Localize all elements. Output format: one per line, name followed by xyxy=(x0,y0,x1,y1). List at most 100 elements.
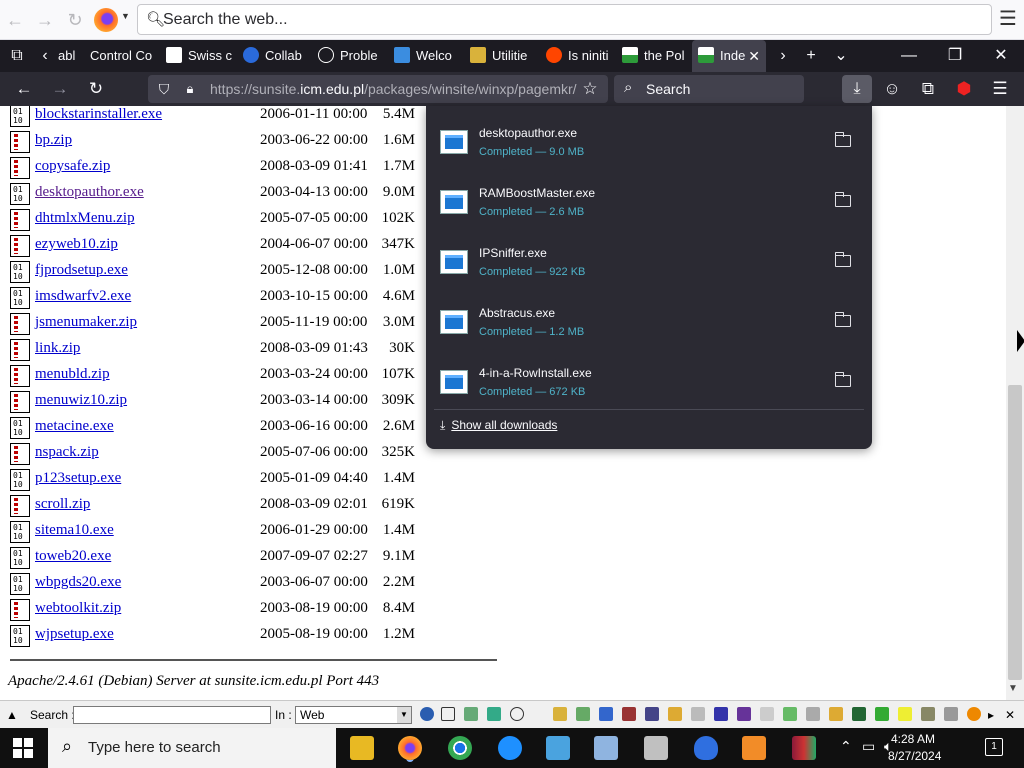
exe-file-icon[interactable] xyxy=(10,547,30,569)
download-item[interactable]: Abstracus.exe Completed — 1.2 MB xyxy=(426,290,872,350)
network-icon[interactable]: ▭ xyxy=(862,738,875,755)
file-link[interactable]: menuwiz10.zip xyxy=(35,392,127,409)
tool-icon[interactable] xyxy=(760,707,774,721)
file-link[interactable]: fjprodsetup.exe xyxy=(35,262,128,279)
tab-active[interactable]: Inde ✕ xyxy=(692,40,766,72)
file-link[interactable]: link.zip xyxy=(35,340,80,357)
zip-file-icon[interactable] xyxy=(10,157,30,179)
app-icon[interactable] xyxy=(594,736,618,760)
clock[interactable]: 4:28 AM 8/27/2024 xyxy=(888,731,941,765)
forward-arrow-icon[interactable]: → xyxy=(33,8,57,32)
file-link[interactable]: nspack.zip xyxy=(35,444,99,461)
maximize-icon[interactable]: ❐ xyxy=(932,40,978,72)
bulb-icon[interactable] xyxy=(829,707,843,721)
find-icon[interactable] xyxy=(420,707,434,721)
navbar-search-box[interactable]: ⌕ Search xyxy=(614,75,804,103)
file-link[interactable]: toweb20.exe xyxy=(35,548,111,565)
hamburger-menu-icon[interactable]: ☰ xyxy=(999,8,1017,30)
chevron-down-icon[interactable]: ▼ xyxy=(121,11,130,21)
exe-file-icon[interactable] xyxy=(10,469,30,491)
minimize-icon[interactable]: — xyxy=(886,40,932,72)
file-link[interactable]: ezyweb10.zip xyxy=(35,236,118,253)
tool-icon[interactable] xyxy=(691,707,705,721)
zip-file-icon[interactable] xyxy=(10,365,30,387)
file-link[interactable]: scroll.zip xyxy=(35,496,90,513)
file-link[interactable]: p123setup.exe xyxy=(35,470,121,487)
winrar-icon[interactable] xyxy=(792,736,816,760)
exe-file-icon[interactable] xyxy=(10,573,30,595)
windows-start-icon[interactable] xyxy=(13,738,33,758)
tool-icon[interactable] xyxy=(806,707,820,721)
tool-icon[interactable] xyxy=(921,707,935,721)
forward-icon[interactable]: → xyxy=(48,77,72,101)
file-link[interactable]: blockstarinstaller.exe xyxy=(35,106,162,123)
exe-file-icon[interactable] xyxy=(10,521,30,543)
firefox-logo-icon[interactable] xyxy=(94,8,118,32)
account-icon[interactable]: ☺ xyxy=(880,77,904,101)
downloads-icon[interactable]: ⤓ xyxy=(842,75,872,103)
zip-file-icon[interactable] xyxy=(10,313,30,335)
folder-icon[interactable] xyxy=(834,132,851,147)
zip-file-icon[interactable] xyxy=(10,495,30,517)
folder-icon[interactable] xyxy=(834,372,851,387)
tool-icon[interactable] xyxy=(783,707,797,721)
folder-icon[interactable] xyxy=(553,707,567,721)
tool-icon[interactable] xyxy=(576,707,590,721)
tab-scroll-right-icon[interactable]: › xyxy=(768,40,798,72)
tool-icon[interactable] xyxy=(898,707,912,721)
rss-icon[interactable] xyxy=(742,736,766,760)
close-window-icon[interactable]: ✕ xyxy=(978,40,1024,72)
file-link[interactable]: copysafe.zip xyxy=(35,158,110,175)
tool-icon[interactable] xyxy=(487,707,501,721)
exe-file-icon[interactable] xyxy=(10,183,30,205)
app-icon[interactable] xyxy=(546,736,570,760)
tab[interactable]: Welco xyxy=(394,40,456,72)
file-link[interactable]: wbpgds20.exe xyxy=(35,574,121,591)
back-icon[interactable]: ← xyxy=(12,77,36,101)
file-link[interactable]: metacine.exe xyxy=(35,418,114,435)
file-link[interactable]: wjpsetup.exe xyxy=(35,626,114,643)
tool-icon[interactable] xyxy=(645,707,659,721)
exe-file-icon[interactable] xyxy=(10,106,30,127)
zip-file-icon[interactable] xyxy=(10,443,30,465)
file-link[interactable]: webtoolkit.zip xyxy=(35,600,121,617)
tool-icon[interactable] xyxy=(875,707,889,721)
folder-icon[interactable] xyxy=(834,192,851,207)
tool-icon[interactable] xyxy=(668,707,682,721)
tool-icon[interactable] xyxy=(737,707,751,721)
exe-file-icon[interactable] xyxy=(10,625,30,647)
download-item[interactable]: 4-in-a-RowInstall.exe Completed — 672 KB xyxy=(426,350,872,410)
exe-file-icon[interactable] xyxy=(10,287,30,309)
download-item[interactable]: desktopauthor.exe Completed — 9.0 MB xyxy=(426,110,872,170)
download-item[interactable]: IPSniffer.exe Completed — 922 KB xyxy=(426,230,872,290)
app-icon[interactable] xyxy=(644,736,668,760)
back-arrow-icon[interactable]: ← xyxy=(3,8,27,32)
tab[interactable]: Control Co xyxy=(90,40,154,72)
tab[interactable]: Proble xyxy=(318,40,380,72)
download-item[interactable]: RAMBoostMaster.exe Completed — 2.6 MB xyxy=(426,170,872,230)
close-icon[interactable]: ✕ xyxy=(1005,708,1015,722)
new-tab-icon[interactable]: + xyxy=(796,40,826,72)
arrow-up-icon[interactable]: ▲ xyxy=(6,708,18,722)
zip-file-icon[interactable] xyxy=(10,391,30,413)
file-link[interactable]: jsmenumaker.zip xyxy=(35,314,137,331)
chevron-up-icon[interactable]: ⌃ xyxy=(840,738,852,755)
tool-icon[interactable] xyxy=(464,707,478,721)
zip-file-icon[interactable] xyxy=(10,235,30,257)
close-tab-icon[interactable]: ✕ xyxy=(748,40,760,72)
zip-file-icon[interactable] xyxy=(10,339,30,361)
tool-icon[interactable] xyxy=(510,707,524,721)
bookmark-star-icon[interactable]: ☆ xyxy=(578,77,602,101)
app-icon[interactable] xyxy=(694,736,718,760)
file-explorer-icon[interactable] xyxy=(350,736,374,760)
tab[interactable]: abl xyxy=(58,40,82,72)
file-link[interactable]: sitema10.exe xyxy=(35,522,114,539)
tab[interactable]: the Pol xyxy=(622,40,684,72)
lock-icon[interactable]: 🔒︎ xyxy=(178,77,202,101)
file-link[interactable]: imsdwarfv2.exe xyxy=(35,288,131,305)
tab[interactable]: Swiss c xyxy=(166,40,232,72)
exe-file-icon[interactable] xyxy=(10,417,30,439)
edge-icon[interactable] xyxy=(498,736,522,760)
chrome-icon[interactable] xyxy=(448,736,472,760)
page-find-icon[interactable] xyxy=(441,707,455,721)
